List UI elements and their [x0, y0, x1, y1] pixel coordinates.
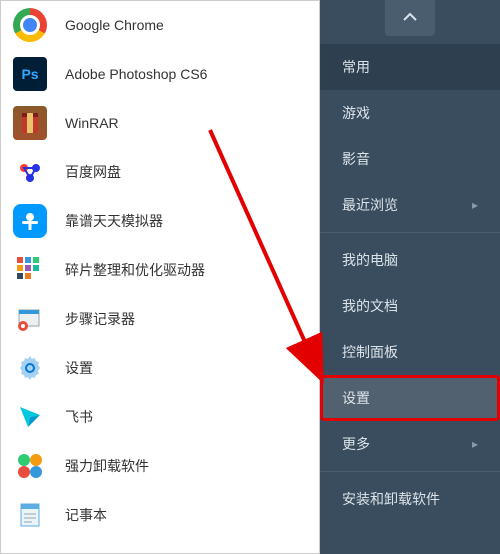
app-item-recorder[interactable]: 步骤记录器 — [1, 295, 319, 344]
app-label: Google Chrome — [65, 17, 164, 33]
menu-item-recent[interactable]: 最近浏览 ▸ — [320, 182, 500, 228]
menu-item-games[interactable]: 游戏 — [320, 90, 500, 136]
feishu-icon — [13, 400, 47, 434]
collapse-button[interactable] — [385, 0, 435, 36]
menu-item-install-uninstall[interactable]: 安装和卸载软件 — [320, 476, 500, 522]
menu-label: 影音 — [342, 149, 370, 169]
start-menu-side-panel: 常用 游戏 影音 最近浏览 ▸ 我的电脑 我的文档 控制面板 设置 更多 ▸ — [320, 0, 500, 554]
app-label: WinRAR — [65, 115, 119, 131]
menu-label: 最近浏览 — [342, 195, 398, 215]
app-label: 步骤记录器 — [65, 309, 135, 329]
menu-item-mycomputer[interactable]: 我的电脑 — [320, 237, 500, 283]
menu-item-settings[interactable]: 设置 — [320, 375, 500, 421]
menu-item-more[interactable]: 更多 ▸ — [320, 421, 500, 467]
start-menu-app-list: Google Chrome Ps Adobe Photoshop CS6 Win… — [0, 0, 320, 554]
app-list: Google Chrome Ps Adobe Photoshop CS6 Win… — [1, 1, 319, 554]
app-item-baidupan[interactable]: 百度网盘 — [1, 148, 319, 197]
menu-label: 更多 — [342, 434, 370, 454]
menu-label: 常用 — [342, 57, 370, 77]
app-item-defrag[interactable]: 碎片整理和优化驱动器 — [1, 246, 319, 295]
uninstall-icon — [13, 449, 47, 483]
app-label: Adobe Photoshop CS6 — [65, 66, 207, 82]
app-label: 飞书 — [65, 407, 93, 427]
app-label: 强力卸载软件 — [65, 456, 149, 476]
app-item-chrome[interactable]: Google Chrome — [1, 1, 319, 50]
winrar-icon — [13, 106, 47, 140]
app-label: 百度网盘 — [65, 162, 121, 182]
app-item-feishu[interactable]: 飞书 — [1, 393, 319, 442]
defrag-icon — [13, 253, 47, 287]
menu-label: 我的电脑 — [342, 250, 398, 270]
chevron-right-icon: ▸ — [472, 437, 478, 451]
menu-item-frequent[interactable]: 常用 — [320, 44, 500, 90]
app-item-winrar[interactable]: WinRAR — [1, 99, 319, 148]
app-label: 靠谱天天模拟器 — [65, 211, 163, 231]
app-item-settings[interactable]: 设置 — [1, 344, 319, 393]
chrome-icon — [13, 8, 47, 42]
notepad-icon — [13, 498, 47, 532]
app-item-photoshop[interactable]: Ps Adobe Photoshop CS6 — [1, 50, 319, 99]
emulator-icon — [13, 204, 47, 238]
menu-item-controlpanel[interactable]: 控制面板 — [320, 329, 500, 375]
sysinfo-icon — [13, 547, 47, 554]
menu-item-media[interactable]: 影音 — [320, 136, 500, 182]
app-item-sysinfo[interactable]: 系统信息 — [1, 540, 319, 554]
app-label: 设置 — [65, 358, 93, 378]
menu-divider — [320, 471, 500, 472]
menu-label: 设置 — [342, 388, 370, 408]
menu-item-mydocs[interactable]: 我的文档 — [320, 283, 500, 329]
app-item-notepad[interactable]: 记事本 — [1, 491, 319, 540]
recorder-icon — [13, 302, 47, 336]
app-item-emulator[interactable]: 靠谱天天模拟器 — [1, 197, 319, 246]
baidu-icon — [13, 155, 47, 189]
menu-label: 安装和卸载软件 — [342, 489, 440, 509]
app-label: 碎片整理和优化驱动器 — [65, 260, 205, 280]
chevron-up-icon — [402, 9, 418, 27]
menu-group-categories: 常用 游戏 影音 最近浏览 ▸ 我的电脑 我的文档 控制面板 设置 更多 ▸ — [320, 44, 500, 554]
app-label: 记事本 — [65, 505, 107, 525]
menu-label: 控制面板 — [342, 342, 398, 362]
menu-label: 我的文档 — [342, 296, 398, 316]
settings-gear-icon — [13, 351, 47, 385]
photoshop-icon: Ps — [13, 57, 47, 91]
menu-label: 游戏 — [342, 103, 370, 123]
menu-divider — [320, 232, 500, 233]
app-item-uninstall[interactable]: 强力卸载软件 — [1, 442, 319, 491]
chevron-right-icon: ▸ — [472, 198, 478, 212]
